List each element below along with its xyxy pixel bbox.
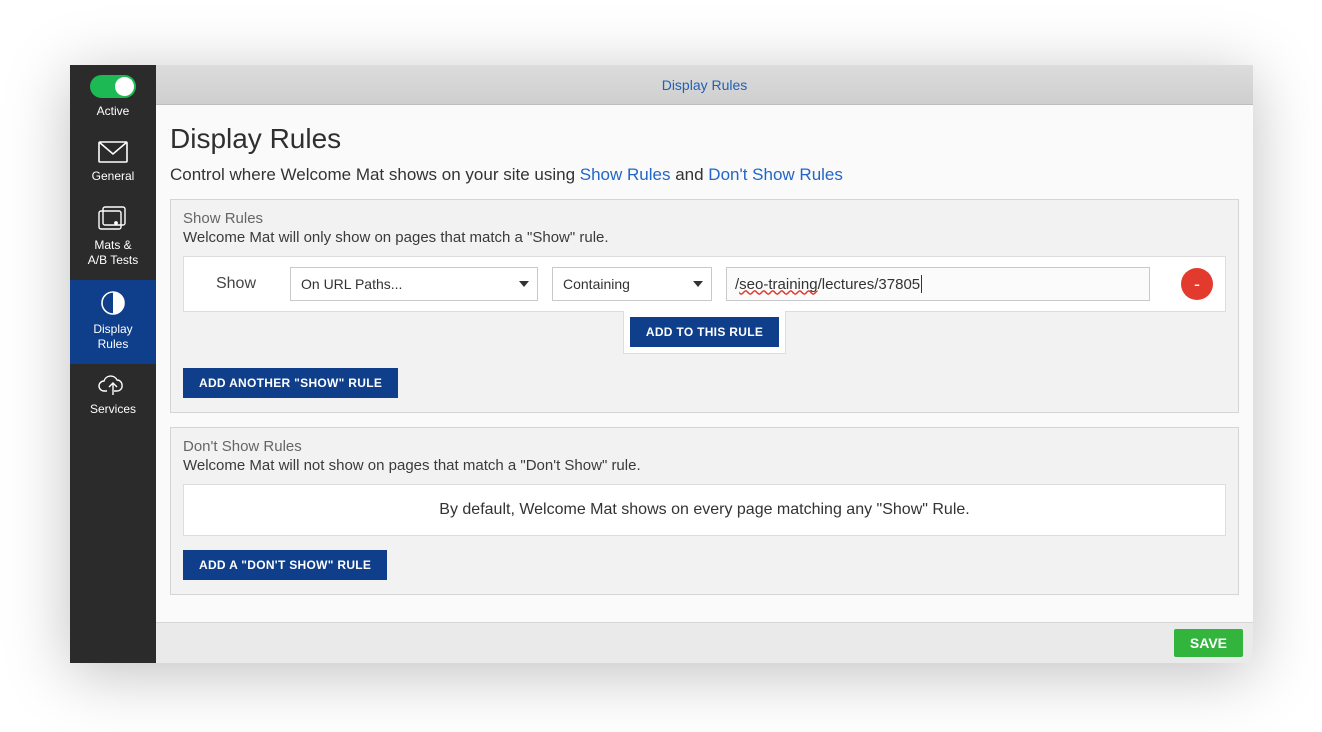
- show-label: Show: [196, 275, 276, 293]
- toggle-icon[interactable]: [90, 75, 136, 98]
- panel-head: Show Rules: [171, 200, 1238, 229]
- sidebar-item-general[interactable]: General: [70, 131, 156, 196]
- url-path-input[interactable]: /seo-training/lectures/37805: [726, 267, 1150, 301]
- footer: SAVE: [156, 622, 1253, 663]
- rule-row: Show On URL Paths... Containing /seo-tra…: [183, 256, 1226, 312]
- show-rules-panel: Show Rules Welcome Mat will only show on…: [170, 199, 1239, 413]
- add-another-show-rule-button[interactable]: ADD ANOTHER "SHOW" RULE: [183, 368, 398, 398]
- page-subtitle: Control where Welcome Mat shows on your …: [170, 165, 1239, 185]
- cloud-upload-icon: [98, 374, 128, 396]
- layers-icon: [98, 206, 128, 232]
- add-to-rule-container: ADD TO THIS RULE: [623, 311, 786, 354]
- match-select[interactable]: Containing: [552, 267, 712, 301]
- dont-show-rules-panel: Don't Show Rules Welcome Mat will not sh…: [170, 427, 1239, 595]
- sidebar-item-label: General: [92, 169, 135, 184]
- sidebar-item-display-rules[interactable]: Display Rules: [70, 280, 156, 364]
- sidebar-item-services[interactable]: Services: [70, 364, 156, 429]
- content: Display Rules Control where Welcome Mat …: [156, 105, 1253, 622]
- envelope-icon: [98, 141, 128, 163]
- sidebar-item-label: Display Rules: [93, 322, 132, 352]
- main: Display Rules Display Rules Control wher…: [156, 65, 1253, 663]
- tabbar: Display Rules: [156, 65, 1253, 105]
- add-to-rule-wrap: ADD TO THIS RULE: [171, 311, 1238, 354]
- tab-label[interactable]: Display Rules: [662, 77, 748, 93]
- sidebar-item-active[interactable]: Active: [70, 65, 156, 131]
- save-button[interactable]: SAVE: [1174, 629, 1243, 657]
- remove-rule-button[interactable]: -: [1181, 268, 1213, 300]
- panel-desc: Welcome Mat will not show on pages that …: [171, 457, 1238, 484]
- text-cursor: [921, 275, 922, 293]
- contrast-circle-icon: [100, 290, 126, 316]
- show-rules-link[interactable]: Show Rules: [580, 165, 671, 184]
- add-to-this-rule-button[interactable]: ADD TO THIS RULE: [630, 317, 779, 347]
- default-message: By default, Welcome Mat shows on every p…: [183, 484, 1226, 536]
- app-window: Active General Mats & A/B Tests: [70, 65, 1253, 663]
- dont-show-rules-link[interactable]: Don't Show Rules: [708, 165, 843, 184]
- sidebar-item-label: Mats & A/B Tests: [88, 238, 138, 268]
- page-title: Display Rules: [170, 123, 1239, 155]
- sidebar: Active General Mats & A/B Tests: [70, 65, 156, 663]
- panel-desc: Welcome Mat will only show on pages that…: [171, 229, 1238, 256]
- sidebar-item-label: Services: [90, 402, 136, 417]
- add-dont-show-rule-button[interactable]: ADD A "DON'T SHOW" RULE: [183, 550, 387, 580]
- sidebar-item-label: Active: [97, 104, 130, 119]
- panel-head: Don't Show Rules: [171, 428, 1238, 457]
- condition-select[interactable]: On URL Paths...: [290, 267, 538, 301]
- sidebar-item-mats[interactable]: Mats & A/B Tests: [70, 196, 156, 280]
